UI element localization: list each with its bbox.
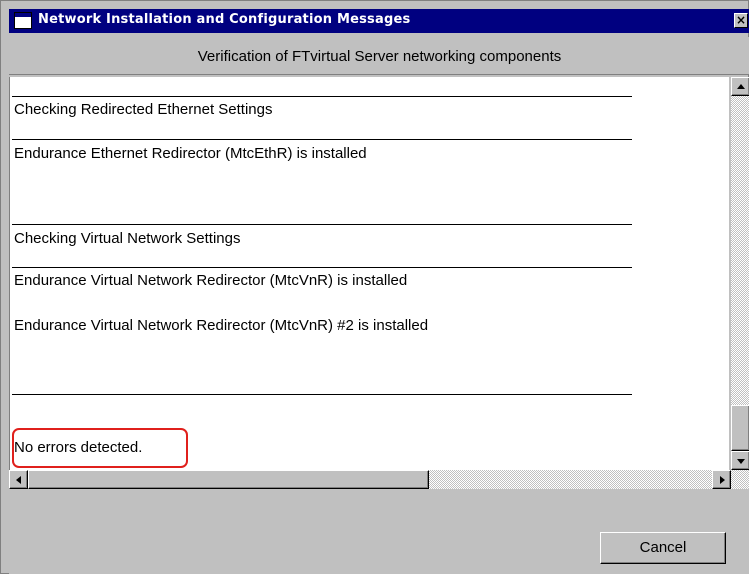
separator xyxy=(12,224,632,225)
window-title: Network Installation and Configuration M… xyxy=(38,12,411,27)
result-line: No errors detected. xyxy=(14,439,143,456)
separator xyxy=(12,267,632,268)
arrow-left-icon xyxy=(15,475,21,484)
close-button[interactable]: × xyxy=(734,13,748,28)
title-bar[interactable]: Network Installation and Configuration M… xyxy=(9,9,749,33)
dialog-window: Network Installation and Configuration M… xyxy=(0,0,749,574)
horizontal-scroll-thumb[interactable] xyxy=(28,470,429,489)
arrow-up-icon xyxy=(736,83,745,89)
log-line: Endurance Virtual Network Redirector (Mt… xyxy=(14,317,429,334)
message-log: Checking Redirected Ethernet Settings En… xyxy=(9,77,729,470)
horizontal-scrollbar[interactable] xyxy=(9,470,749,489)
separator xyxy=(12,139,632,140)
dialog-footer: Cancel xyxy=(9,489,749,574)
dialog-header: Verification of FTvirtual Server network… xyxy=(9,37,749,75)
separator xyxy=(12,96,632,97)
cancel-button[interactable]: Cancel xyxy=(600,532,726,564)
arrow-down-icon xyxy=(736,458,745,464)
separator xyxy=(12,394,632,395)
vertical-scrollbar[interactable] xyxy=(731,77,749,470)
scroll-left-button[interactable] xyxy=(9,470,28,489)
scroll-up-button[interactable] xyxy=(731,77,749,96)
arrow-right-icon xyxy=(719,475,725,484)
header-text: Verification of FTvirtual Server network… xyxy=(197,48,562,65)
log-line: Checking Redirected Ethernet Settings xyxy=(14,101,273,118)
log-line: Endurance Virtual Network Redirector (Mt… xyxy=(14,272,408,289)
scroll-right-button[interactable] xyxy=(712,470,731,489)
log-line: Endurance Ethernet Redirector (MtcEthR) … xyxy=(14,145,367,162)
vertical-scroll-thumb[interactable] xyxy=(731,405,749,451)
log-line: Checking Virtual Network Settings xyxy=(14,230,241,247)
scroll-down-button[interactable] xyxy=(731,451,749,470)
window-icon xyxy=(14,12,32,29)
